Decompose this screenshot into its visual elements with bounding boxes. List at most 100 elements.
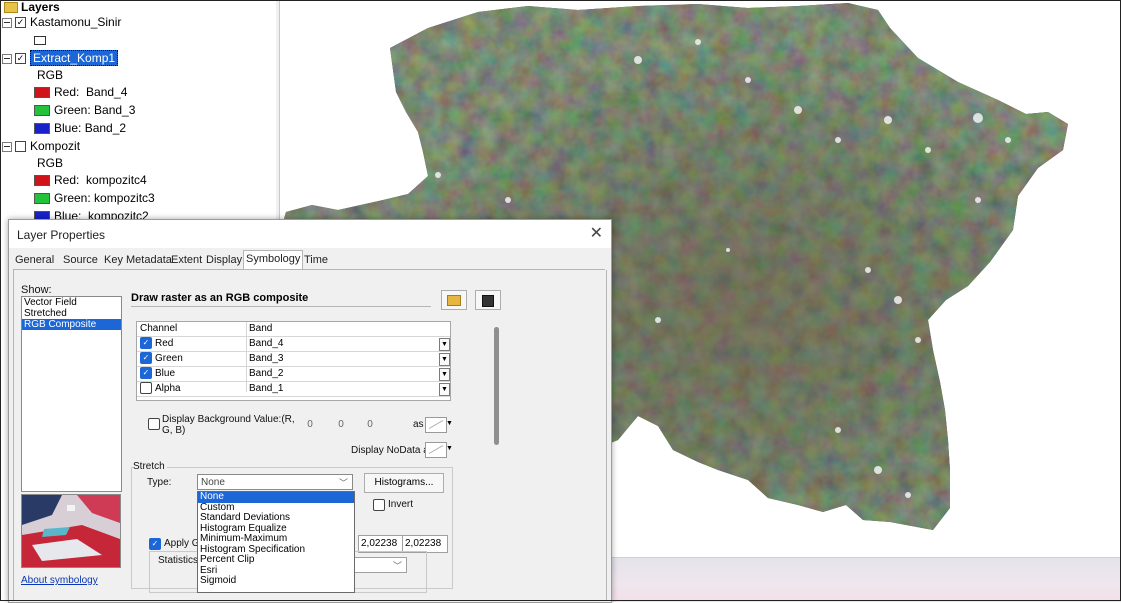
nodata-color-picker[interactable]	[425, 442, 447, 458]
close-icon[interactable]: ✕	[590, 223, 603, 243]
background-value-label: Display Background Value:(R, G, B)	[162, 414, 295, 436]
layer-properties-dialog: Layer Properties ✕ General Source Key Me…	[8, 219, 612, 603]
layer-visibility-checkbox[interactable]: ✓	[15, 53, 26, 65]
channel-checkbox[interactable]: ✓	[140, 352, 152, 365]
collapse-icon[interactable]	[2, 141, 12, 152]
toc-band-red: Red: Band_4	[34, 83, 127, 101]
type-label: Type:	[147, 477, 172, 488]
layers-folder-icon	[4, 2, 18, 14]
toc-layer-extract[interactable]: ✓ Extract_Komp1	[2, 49, 119, 67]
about-symbology-link[interactable]: About symbology	[21, 575, 98, 586]
tab-general[interactable]: General	[13, 252, 56, 269]
layer-name[interactable]: Kompozit	[30, 139, 80, 153]
green-swatch-icon	[34, 193, 50, 205]
polygon-symbol-icon[interactable]	[34, 36, 46, 46]
open-folder-button[interactable]	[441, 290, 467, 310]
toc-layer-kastamonu[interactable]: ✓ Kastamonu_Sinir	[2, 13, 121, 31]
band-value: kompozitc4	[86, 173, 147, 187]
apply-gamma-checkbox[interactable]: ✓	[149, 538, 161, 550]
histograms-button[interactable]: Histograms...	[364, 473, 444, 493]
tab-time[interactable]: Time	[302, 252, 330, 269]
dropdown-option[interactable]: Percent Clip	[198, 554, 354, 566]
chevron-down-icon[interactable]: ▼	[439, 383, 450, 396]
toc-band-blue: Blue: kompozitc2	[34, 207, 149, 223]
renderer-item-rgb-composite[interactable]: RGB Composite	[22, 319, 121, 330]
toc-symbol-kastamonu[interactable]	[34, 31, 46, 49]
invert-checkbox[interactable]	[373, 499, 385, 511]
floppy-disk-icon	[482, 294, 494, 307]
dropdown-option[interactable]: Standard Deviations	[198, 512, 354, 524]
channel-checkbox[interactable]: ✓	[140, 337, 152, 350]
band-label: Red:	[54, 85, 80, 99]
chevron-down-icon[interactable]: ﹀	[393, 561, 402, 571]
as-label: as	[413, 419, 424, 430]
tab-display[interactable]: Display	[204, 252, 244, 269]
table-header-row: Channel Band	[137, 322, 450, 337]
dropdown-option[interactable]: Minimum-Maximum	[198, 533, 354, 545]
band-value: Band_3	[249, 353, 284, 364]
symbology-preview-image	[21, 494, 121, 568]
toc-mode-label: RGB	[37, 68, 64, 82]
toc-layer-kompozit[interactable]: Kompozit	[2, 137, 80, 155]
chevron-down-icon[interactable]: ▼	[439, 368, 450, 381]
chevron-down-icon[interactable]: ▼	[446, 417, 453, 431]
statistics-label: Statistics	[156, 555, 201, 566]
panel-scrollbar[interactable]	[494, 327, 499, 445]
band-value: Band_3	[94, 103, 136, 117]
tab-extent[interactable]: Extent	[169, 252, 204, 269]
stretch-type-value: None	[201, 477, 225, 488]
invert-label: Invert	[388, 499, 414, 510]
stretch-type-select[interactable]: None ﹀	[197, 474, 353, 490]
dropdown-option[interactable]: Sigmoid	[198, 575, 354, 587]
tab-key-metadata[interactable]: Key Metadata	[102, 252, 174, 269]
background-b-input[interactable]: 0	[358, 417, 382, 433]
channel-checkbox[interactable]	[140, 382, 152, 395]
stretch-label: Stretch	[133, 461, 167, 472]
toc-band-blue: Blue: Band_2	[34, 119, 126, 137]
band-label: Blue:	[54, 121, 82, 135]
renderer-heading: Draw raster as an RGB composite	[131, 292, 309, 304]
chevron-down-icon[interactable]: ﹀	[339, 475, 348, 491]
chevron-down-icon[interactable]: ▼	[439, 353, 450, 366]
layer-visibility-checkbox[interactable]: ✓	[15, 17, 26, 29]
band-value: Band_1	[249, 383, 284, 394]
panel-splitter[interactable]	[276, 0, 280, 225]
renderer-item-stretched[interactable]: Stretched	[22, 308, 121, 319]
green-swatch-icon	[34, 105, 50, 117]
collapse-icon[interactable]	[2, 17, 12, 28]
chevron-down-icon[interactable]: ▼	[439, 338, 450, 351]
toc-band-red: Red: kompozitc4	[34, 171, 147, 189]
band-value: kompozitc3	[94, 191, 155, 205]
background-g-input[interactable]: 0	[329, 417, 353, 433]
renderer-item-vector-field[interactable]: Vector Field	[22, 297, 121, 308]
folder-icon	[447, 295, 461, 307]
background-label-line2: G, B)	[162, 425, 186, 436]
red-swatch-icon	[34, 175, 50, 187]
channel-name: Green	[155, 353, 183, 364]
dropdown-option[interactable]: None	[198, 491, 354, 503]
channel-checkbox[interactable]: ✓	[140, 367, 152, 380]
background-value-checkbox[interactable]	[148, 418, 160, 430]
background-color-picker[interactable]	[425, 417, 447, 433]
band-label: Red:	[54, 173, 80, 187]
table-row: Alpha Band_1 ▼	[137, 382, 450, 397]
band-value: Band_2	[84, 121, 127, 135]
layer-visibility-checkbox[interactable]	[15, 141, 26, 153]
chevron-down-icon[interactable]: ▼	[446, 442, 453, 456]
layers-title: Layers	[21, 0, 60, 14]
red-swatch-icon	[34, 87, 50, 99]
tab-source[interactable]: Source	[61, 252, 100, 269]
layers-panel: Layers ✓ Kastamonu_Sinir ✓ Extract_Komp1 R…	[0, 0, 278, 223]
layer-name[interactable]: Extract_Komp1	[30, 50, 119, 66]
scrollbar-thumb[interactable]	[494, 327, 499, 445]
column-header-channel: Channel	[140, 323, 178, 334]
background-r-input[interactable]: 0	[298, 417, 322, 433]
collapse-icon[interactable]	[2, 53, 12, 64]
show-label: Show:	[21, 284, 52, 296]
band-label: Green:	[54, 103, 91, 117]
save-button[interactable]	[475, 290, 501, 310]
table-row: ✓ Blue Band_2 ▼	[137, 367, 450, 382]
tab-symbology[interactable]: Symbology	[243, 250, 304, 270]
column-header-band: Band	[249, 323, 273, 334]
layer-name[interactable]: Kastamonu_Sinir	[30, 15, 121, 29]
